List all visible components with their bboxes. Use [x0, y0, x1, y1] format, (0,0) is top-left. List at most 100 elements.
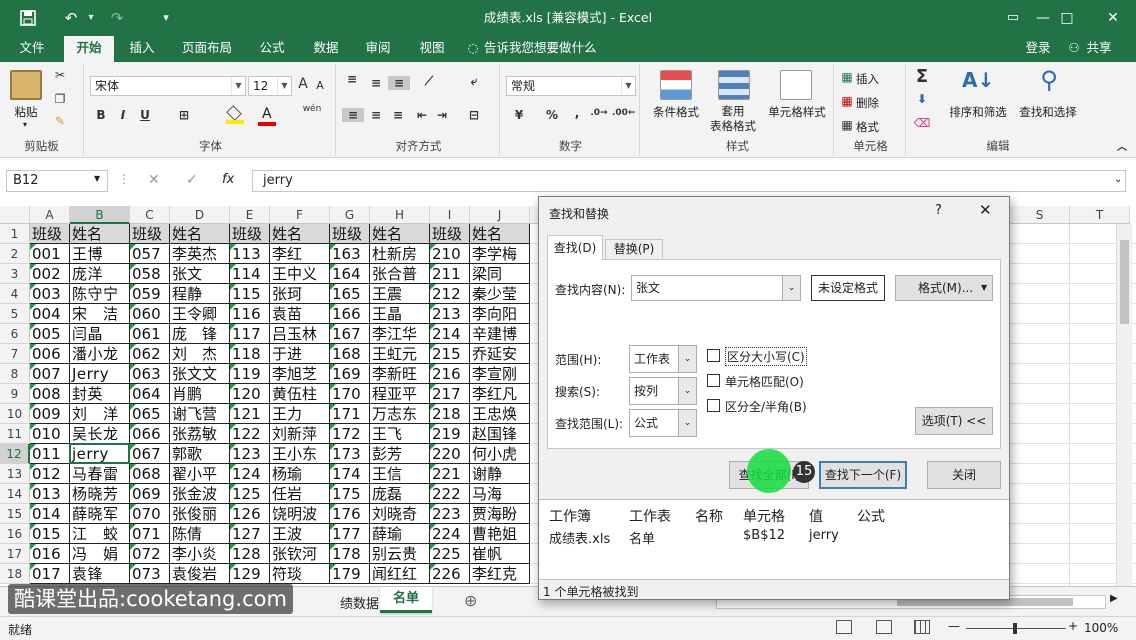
table-cell[interactable]: 王波: [270, 524, 330, 544]
table-cell[interactable]: 226: [430, 564, 470, 584]
zoom-level[interactable]: 100%: [1084, 621, 1118, 635]
table-cell[interactable]: 123: [230, 444, 270, 464]
enter-icon[interactable]: ✓: [186, 172, 198, 188]
table-cell[interactable]: 016: [30, 544, 70, 564]
result-header-formula[interactable]: 公式: [857, 506, 885, 526]
table-cell[interactable]: 125: [230, 484, 270, 504]
scroll-right-icon[interactable]: ▶: [1110, 593, 1118, 604]
table-cell[interactable]: 乔延安: [470, 344, 530, 364]
insert-function-icon[interactable]: fx: [222, 172, 234, 187]
table-cell[interactable]: 李江华: [370, 324, 430, 344]
table-cell[interactable]: 170: [330, 384, 370, 404]
table-cell[interactable]: 009: [30, 404, 70, 424]
increase-decimal-icon[interactable]: .0→: [590, 108, 608, 118]
table-cell[interactable]: 174: [330, 464, 370, 484]
table-cell[interactable]: 169: [330, 364, 370, 384]
table-cell[interactable]: 171: [330, 404, 370, 424]
search-select[interactable]: 按列 ⌄: [629, 377, 697, 405]
find-what-input[interactable]: 张文 ⌄: [631, 275, 801, 301]
table-cell[interactable]: 宋 洁: [70, 304, 130, 324]
table-cell[interactable]: 015: [30, 524, 70, 544]
row-header[interactable]: 13: [0, 464, 30, 484]
insert-cells-icon[interactable]: ▦: [840, 70, 854, 84]
format-as-table-button[interactable]: 套用 表格格式: [700, 104, 766, 134]
table-cell[interactable]: 223: [430, 504, 470, 524]
table-cell[interactable]: 饶明波: [270, 504, 330, 524]
table-cell[interactable]: 119: [230, 364, 270, 384]
table-cell[interactable]: 127: [230, 524, 270, 544]
table-cell[interactable]: 袁俊岩: [170, 564, 230, 584]
currency-icon[interactable]: ¥: [508, 108, 530, 122]
table-cell[interactable]: 001: [30, 244, 70, 264]
format-cells-icon[interactable]: ▦: [840, 118, 854, 132]
table-cell[interactable]: 冯 娟: [70, 544, 130, 564]
row-header[interactable]: 11: [0, 424, 30, 444]
conditional-format-icon[interactable]: [660, 70, 692, 100]
format-cells-button[interactable]: 格式: [856, 119, 888, 135]
result-workbook[interactable]: 成绩表.xls: [549, 528, 610, 547]
table-cell[interactable]: 王忠焕: [470, 404, 530, 424]
cell-styles-icon[interactable]: [780, 70, 812, 100]
table-cell[interactable]: 068: [130, 464, 170, 484]
table-cell[interactable]: 姓名: [370, 224, 430, 244]
column-header[interactable]: A: [30, 206, 70, 224]
sheet-tab-scores[interactable]: 绩数据: [340, 593, 379, 612]
sort-filter-icon[interactable]: A↓: [962, 68, 994, 92]
table-cell[interactable]: 005: [30, 324, 70, 344]
copy-icon[interactable]: ❐: [52, 92, 68, 106]
table-cell[interactable]: 王中义: [270, 264, 330, 284]
table-cell[interactable]: 167: [330, 324, 370, 344]
table-cell[interactable]: 121: [230, 404, 270, 424]
table-cell[interactable]: 程亚平: [370, 384, 430, 404]
table-cell[interactable]: 065: [130, 404, 170, 424]
result-header-value[interactable]: 值: [809, 506, 823, 526]
table-cell[interactable]: 118: [230, 344, 270, 364]
table-cell[interactable]: 212: [430, 284, 470, 304]
chevron-down-icon[interactable]: ⌄: [678, 346, 696, 372]
table-cell[interactable]: 221: [430, 464, 470, 484]
merge-center-icon[interactable]: ⊟: [464, 108, 484, 122]
expand-formula-icon[interactable]: ⌄: [1114, 174, 1122, 185]
column-header[interactable]: E: [230, 206, 270, 224]
row-header[interactable]: 5: [0, 304, 30, 324]
table-cell[interactable]: 张合普: [370, 264, 430, 284]
column-header[interactable]: D: [170, 206, 230, 224]
table-cell[interactable]: 庞 锋: [170, 324, 230, 344]
collapse-ribbon-icon[interactable]: ︿: [1116, 138, 1128, 153]
table-cell[interactable]: 116: [230, 304, 270, 324]
find-select-icon[interactable]: ⚲: [1034, 66, 1064, 94]
table-cell[interactable]: 166: [330, 304, 370, 324]
table-cell[interactable]: 肖鹏: [170, 384, 230, 404]
table-cell[interactable]: 216: [430, 364, 470, 384]
table-cell[interactable]: 210: [430, 244, 470, 264]
sheet-tab-list[interactable]: 名单: [380, 587, 432, 613]
chevron-down-icon[interactable]: ▼: [981, 283, 987, 292]
cut-icon[interactable]: ✂: [52, 68, 68, 82]
row-header[interactable]: 9: [0, 384, 30, 404]
signin-link[interactable]: 登录: [1018, 36, 1058, 62]
within-select[interactable]: 工作表 ⌄: [629, 345, 697, 373]
table-cell[interactable]: 178: [330, 544, 370, 564]
fill-color-icon[interactable]: [226, 105, 244, 124]
decrease-indent-icon[interactable]: ⇤: [414, 108, 430, 122]
table-cell[interactable]: 072: [130, 544, 170, 564]
table-cell[interactable]: 006: [30, 344, 70, 364]
table-cell[interactable]: 211: [430, 264, 470, 284]
row-header[interactable]: 10: [0, 404, 30, 424]
table-cell[interactable]: 010: [30, 424, 70, 444]
row-header[interactable]: 14: [0, 484, 30, 504]
table-cell[interactable]: 王虹元: [370, 344, 430, 364]
table-cell[interactable]: 王信: [370, 464, 430, 484]
phonetic-icon[interactable]: wén: [300, 104, 324, 114]
cell-styles-button[interactable]: 单元格样式: [762, 104, 832, 120]
increase-indent-icon[interactable]: ⇥: [434, 108, 450, 122]
table-cell[interactable]: 万志东: [370, 404, 430, 424]
table-cell[interactable]: 李向阳: [470, 304, 530, 324]
table-cell[interactable]: 于进: [270, 344, 330, 364]
table-cell[interactable]: 刘新萍: [270, 424, 330, 444]
table-cell[interactable]: 011: [30, 444, 70, 464]
delete-cells-button[interactable]: 删除: [856, 95, 888, 111]
column-header[interactable]: G: [330, 206, 370, 224]
vertical-scrollbar[interactable]: [1116, 224, 1132, 586]
table-cell[interactable]: 程静: [170, 284, 230, 304]
